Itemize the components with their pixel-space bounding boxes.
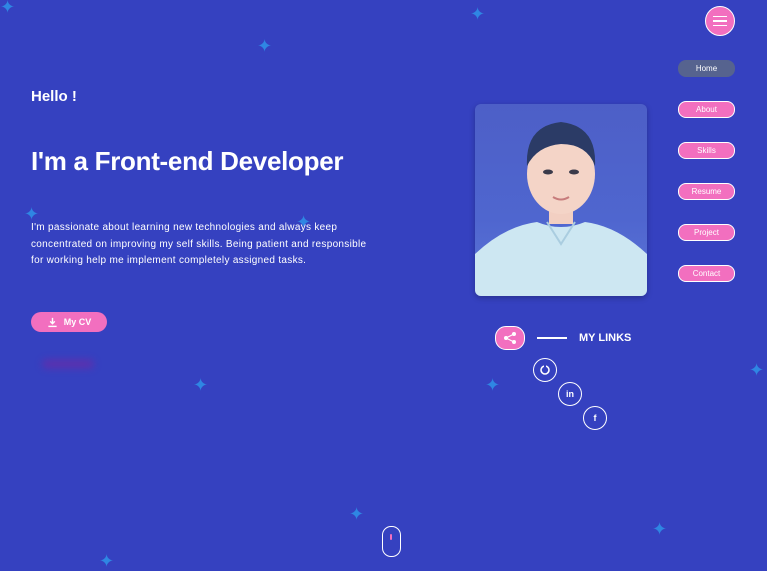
my-cv-button[interactable]: My CV (31, 312, 107, 332)
mouse-scroll-icon[interactable] (382, 526, 401, 557)
github-icon[interactable] (533, 358, 557, 382)
share-icon[interactable] (495, 326, 525, 350)
download-icon (48, 317, 57, 327)
nav-item-project[interactable]: Project (678, 224, 735, 241)
hamburger-menu-icon[interactable] (705, 6, 735, 36)
my-links: MY LINKS (495, 326, 631, 350)
page-title: I'm a Front-end Developer (31, 146, 344, 176)
hero-description: I'm passionate about learning new techno… (31, 222, 367, 266)
linkedin-icon[interactable]: in (558, 382, 582, 406)
links-divider (537, 337, 567, 339)
my-links-label: MY LINKS (579, 332, 632, 344)
star-decoration: ✦ (99, 551, 115, 571)
star-decoration: ✦ (349, 504, 365, 524)
greeting: Hello ! (31, 88, 77, 105)
button-shadow (42, 360, 94, 368)
star-decoration: ✦ (485, 375, 501, 395)
my-cv-label: My CV (63, 317, 92, 327)
star-decoration: ✦ (193, 375, 209, 395)
facebook-icon[interactable]: f (583, 406, 607, 430)
nav-item-home[interactable]: Home (678, 60, 735, 77)
star-decoration: ✦ (470, 4, 486, 24)
star-decoration: ✦ (749, 360, 765, 380)
star-decoration: ✦ (257, 36, 273, 56)
profile-photo (475, 104, 647, 296)
star-decoration: ✦ (652, 519, 668, 539)
nav-item-about[interactable]: About (678, 101, 735, 118)
nav-item-resume[interactable]: Resume (678, 183, 735, 200)
nav-item-contact[interactable]: Contact (678, 265, 735, 282)
star-decoration: ✦ (0, 0, 16, 17)
nav-item-skills[interactable]: Skills (678, 142, 735, 159)
